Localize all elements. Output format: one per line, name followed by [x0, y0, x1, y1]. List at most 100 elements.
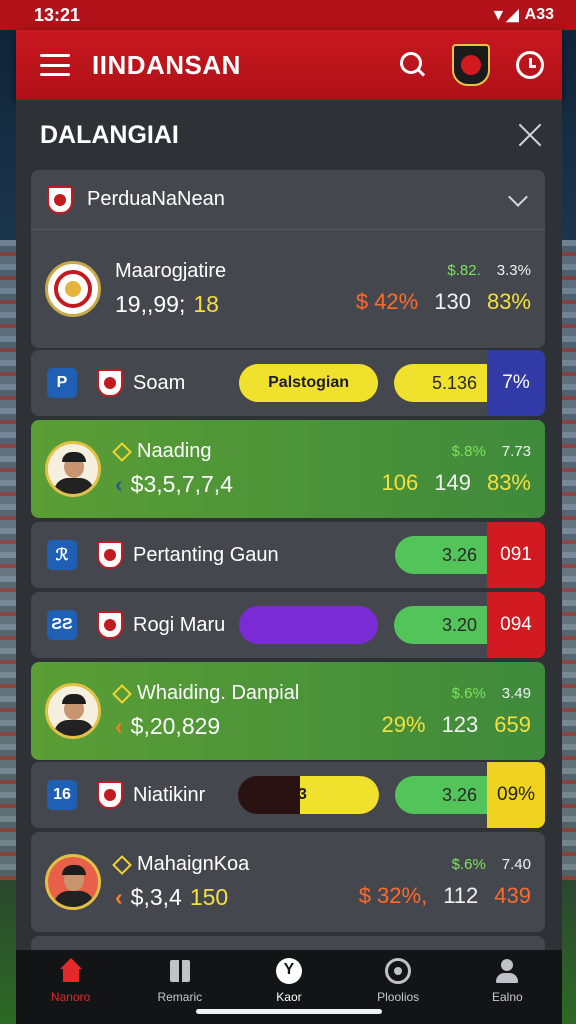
- stat-bot-3: 659: [494, 711, 531, 737]
- dropdown-label: PerduaNaNean: [87, 188, 225, 210]
- team-score: 3.26: [394, 776, 488, 814]
- panel-header: DALANGIAI: [16, 100, 562, 170]
- team-name: Rogi Maru: [133, 613, 226, 636]
- app-title: IINDANSAN: [92, 49, 241, 80]
- club-card: PerduaNaNean Maarogjatire 19,,99; 18 $.82…: [31, 170, 545, 348]
- club-logo-icon: [45, 260, 101, 317]
- player-value: $,3,4: [130, 884, 182, 910]
- clock-icon[interactable]: [516, 51, 544, 79]
- player-value: $,20,829: [130, 713, 221, 739]
- arrow-icon: ‹: [115, 884, 123, 910]
- team-rank-badge: ƧƧ: [47, 610, 77, 640]
- stat-top-1: $.8%: [451, 442, 486, 460]
- player-row[interactable]: MahaignKoa ‹ $,3,4 150 $.6% 7.40 $ 32%, 11…: [31, 832, 545, 932]
- ball-icon: [275, 958, 302, 984]
- team-rank-badge: ℛ: [47, 540, 77, 570]
- player-avatar: [45, 683, 101, 739]
- nav-remaric[interactable]: Remaric: [130, 958, 230, 1004]
- team-name: Pertanting Gaun: [133, 543, 279, 566]
- team-crest-icon: [97, 611, 123, 639]
- nav-ealno[interactable]: Ealno: [457, 958, 557, 1004]
- player-avatar: [45, 854, 101, 910]
- diamond-icon: [112, 854, 132, 875]
- team-crest-icon: [97, 781, 123, 809]
- trophy-icon: [385, 958, 412, 984]
- signal-icon: ▼◢: [490, 7, 519, 24]
- chevron-down-icon: [508, 186, 528, 207]
- stat-bot-2: 149: [434, 469, 471, 495]
- nav-ploolios[interactable]: Ploolios: [348, 958, 448, 1004]
- stat-top-2: 3.49: [501, 684, 531, 702]
- competition-crest-icon: [47, 185, 73, 214]
- team-row-partial[interactable]: [31, 936, 545, 950]
- grid-icon: [167, 958, 193, 984]
- search-icon[interactable]: [400, 52, 426, 78]
- panel-title: DALANGIAI: [40, 120, 179, 149]
- team-rank-badge: 16: [47, 780, 77, 810]
- arrow-icon: ‹: [115, 471, 123, 497]
- status-icons: ▼◢ A33: [491, 5, 555, 25]
- stat-bot-2: 112: [443, 882, 479, 908]
- nav-kaor[interactable]: Kaor: [239, 958, 339, 1004]
- standings-panel: DALANGIAI PerduaNaNean Maarogjatire 19,,…: [16, 100, 562, 950]
- team-status-pill[interactable]: Palstogian: [239, 364, 379, 402]
- stat-top-1: $.82.: [447, 262, 481, 279]
- club-score: 19,,99; 18: [115, 290, 219, 317]
- battery-label: A33: [524, 6, 554, 23]
- stat-bot-3: 83%: [486, 289, 531, 314]
- competition-dropdown[interactable]: PerduaNaNean: [31, 170, 545, 230]
- team-percentage: 094: [487, 592, 545, 658]
- menu-icon[interactable]: [40, 54, 70, 76]
- nav-home[interactable]: Nanoro: [21, 958, 121, 1004]
- home-indicator[interactable]: [196, 1009, 382, 1014]
- team-score: 3.26: [394, 536, 487, 574]
- stat-bot-1: $ 32%,: [358, 882, 428, 908]
- team-row[interactable]: ƧƧ Rogi Maru 3.20 094: [31, 592, 545, 658]
- app-header: IINDANSAN: [16, 30, 562, 100]
- nav-label: Ealno: [491, 990, 523, 1004]
- club-stats: $.82. 3.3% $ 42% 130 83%: [356, 262, 531, 315]
- stat-top-1: $.6%: [451, 684, 486, 702]
- club-row[interactable]: Maarogjatire 19,,99; 18 $.82. 3.3% $ 42% …: [31, 230, 545, 347]
- status-bar: 13:21 ▼◢ A33: [0, 0, 576, 30]
- stat-top-2: 7.73: [501, 442, 531, 460]
- player-name: Naading: [137, 440, 212, 462]
- player-row[interactable]: Naading ‹ $3,5,7,7,4 $.8% 7.73 106 149 83…: [31, 420, 545, 518]
- team-rank-badge: P: [47, 368, 77, 398]
- arrow-icon: ‹: [115, 713, 123, 739]
- stat-bot-3: 83%: [486, 469, 531, 495]
- diamond-icon: [112, 441, 132, 462]
- team-name: Soam: [133, 371, 186, 394]
- diamond-icon: [112, 683, 132, 704]
- stat-top-1: $.6%: [451, 855, 486, 873]
- team-status-pill[interactable]: 3: [238, 776, 379, 814]
- team-status-pill[interactable]: [239, 606, 379, 644]
- team-crest-icon: [97, 541, 123, 569]
- stat-top-2: 3.3%: [496, 262, 531, 279]
- header-actions: [400, 44, 544, 86]
- stat-bot-2: 123: [441, 711, 479, 737]
- stat-bot-2: 130: [434, 289, 471, 314]
- club-name: Maarogjatire: [115, 259, 227, 282]
- player-value-tail: 150: [189, 884, 229, 910]
- user-icon: [494, 958, 520, 984]
- stat-bot-1: 106: [381, 469, 419, 495]
- close-icon[interactable]: [518, 123, 542, 147]
- nav-label: Ploolios: [377, 990, 420, 1004]
- team-crest-icon: [97, 369, 123, 397]
- team-percentage: 091: [487, 522, 545, 588]
- team-row[interactable]: ℛ Pertanting Gaun 3.26 091: [31, 522, 545, 588]
- player-row[interactable]: Whaiding. Danpial ‹ $,20,829 $.6% 3.49 29…: [31, 662, 545, 760]
- team-percentage: 7%: [487, 350, 545, 416]
- stat-bot-1: $ 42%: [355, 289, 419, 314]
- nav-label: Nanoro: [50, 990, 91, 1004]
- nav-label: Remaric: [157, 990, 203, 1004]
- player-name: MahaignKoa: [137, 853, 250, 875]
- status-time: 13:21: [34, 4, 81, 25]
- team-name: Niatikinr: [133, 783, 206, 806]
- club-crest-icon[interactable]: [452, 44, 490, 86]
- team-row[interactable]: P Soam Palstogian 5.136 7%: [31, 350, 545, 416]
- stat-top-2: 7.40: [501, 855, 531, 873]
- nav-label: Kaor: [276, 990, 302, 1004]
- team-row[interactable]: 16 Niatikinr 3 3.26 09%: [31, 762, 545, 828]
